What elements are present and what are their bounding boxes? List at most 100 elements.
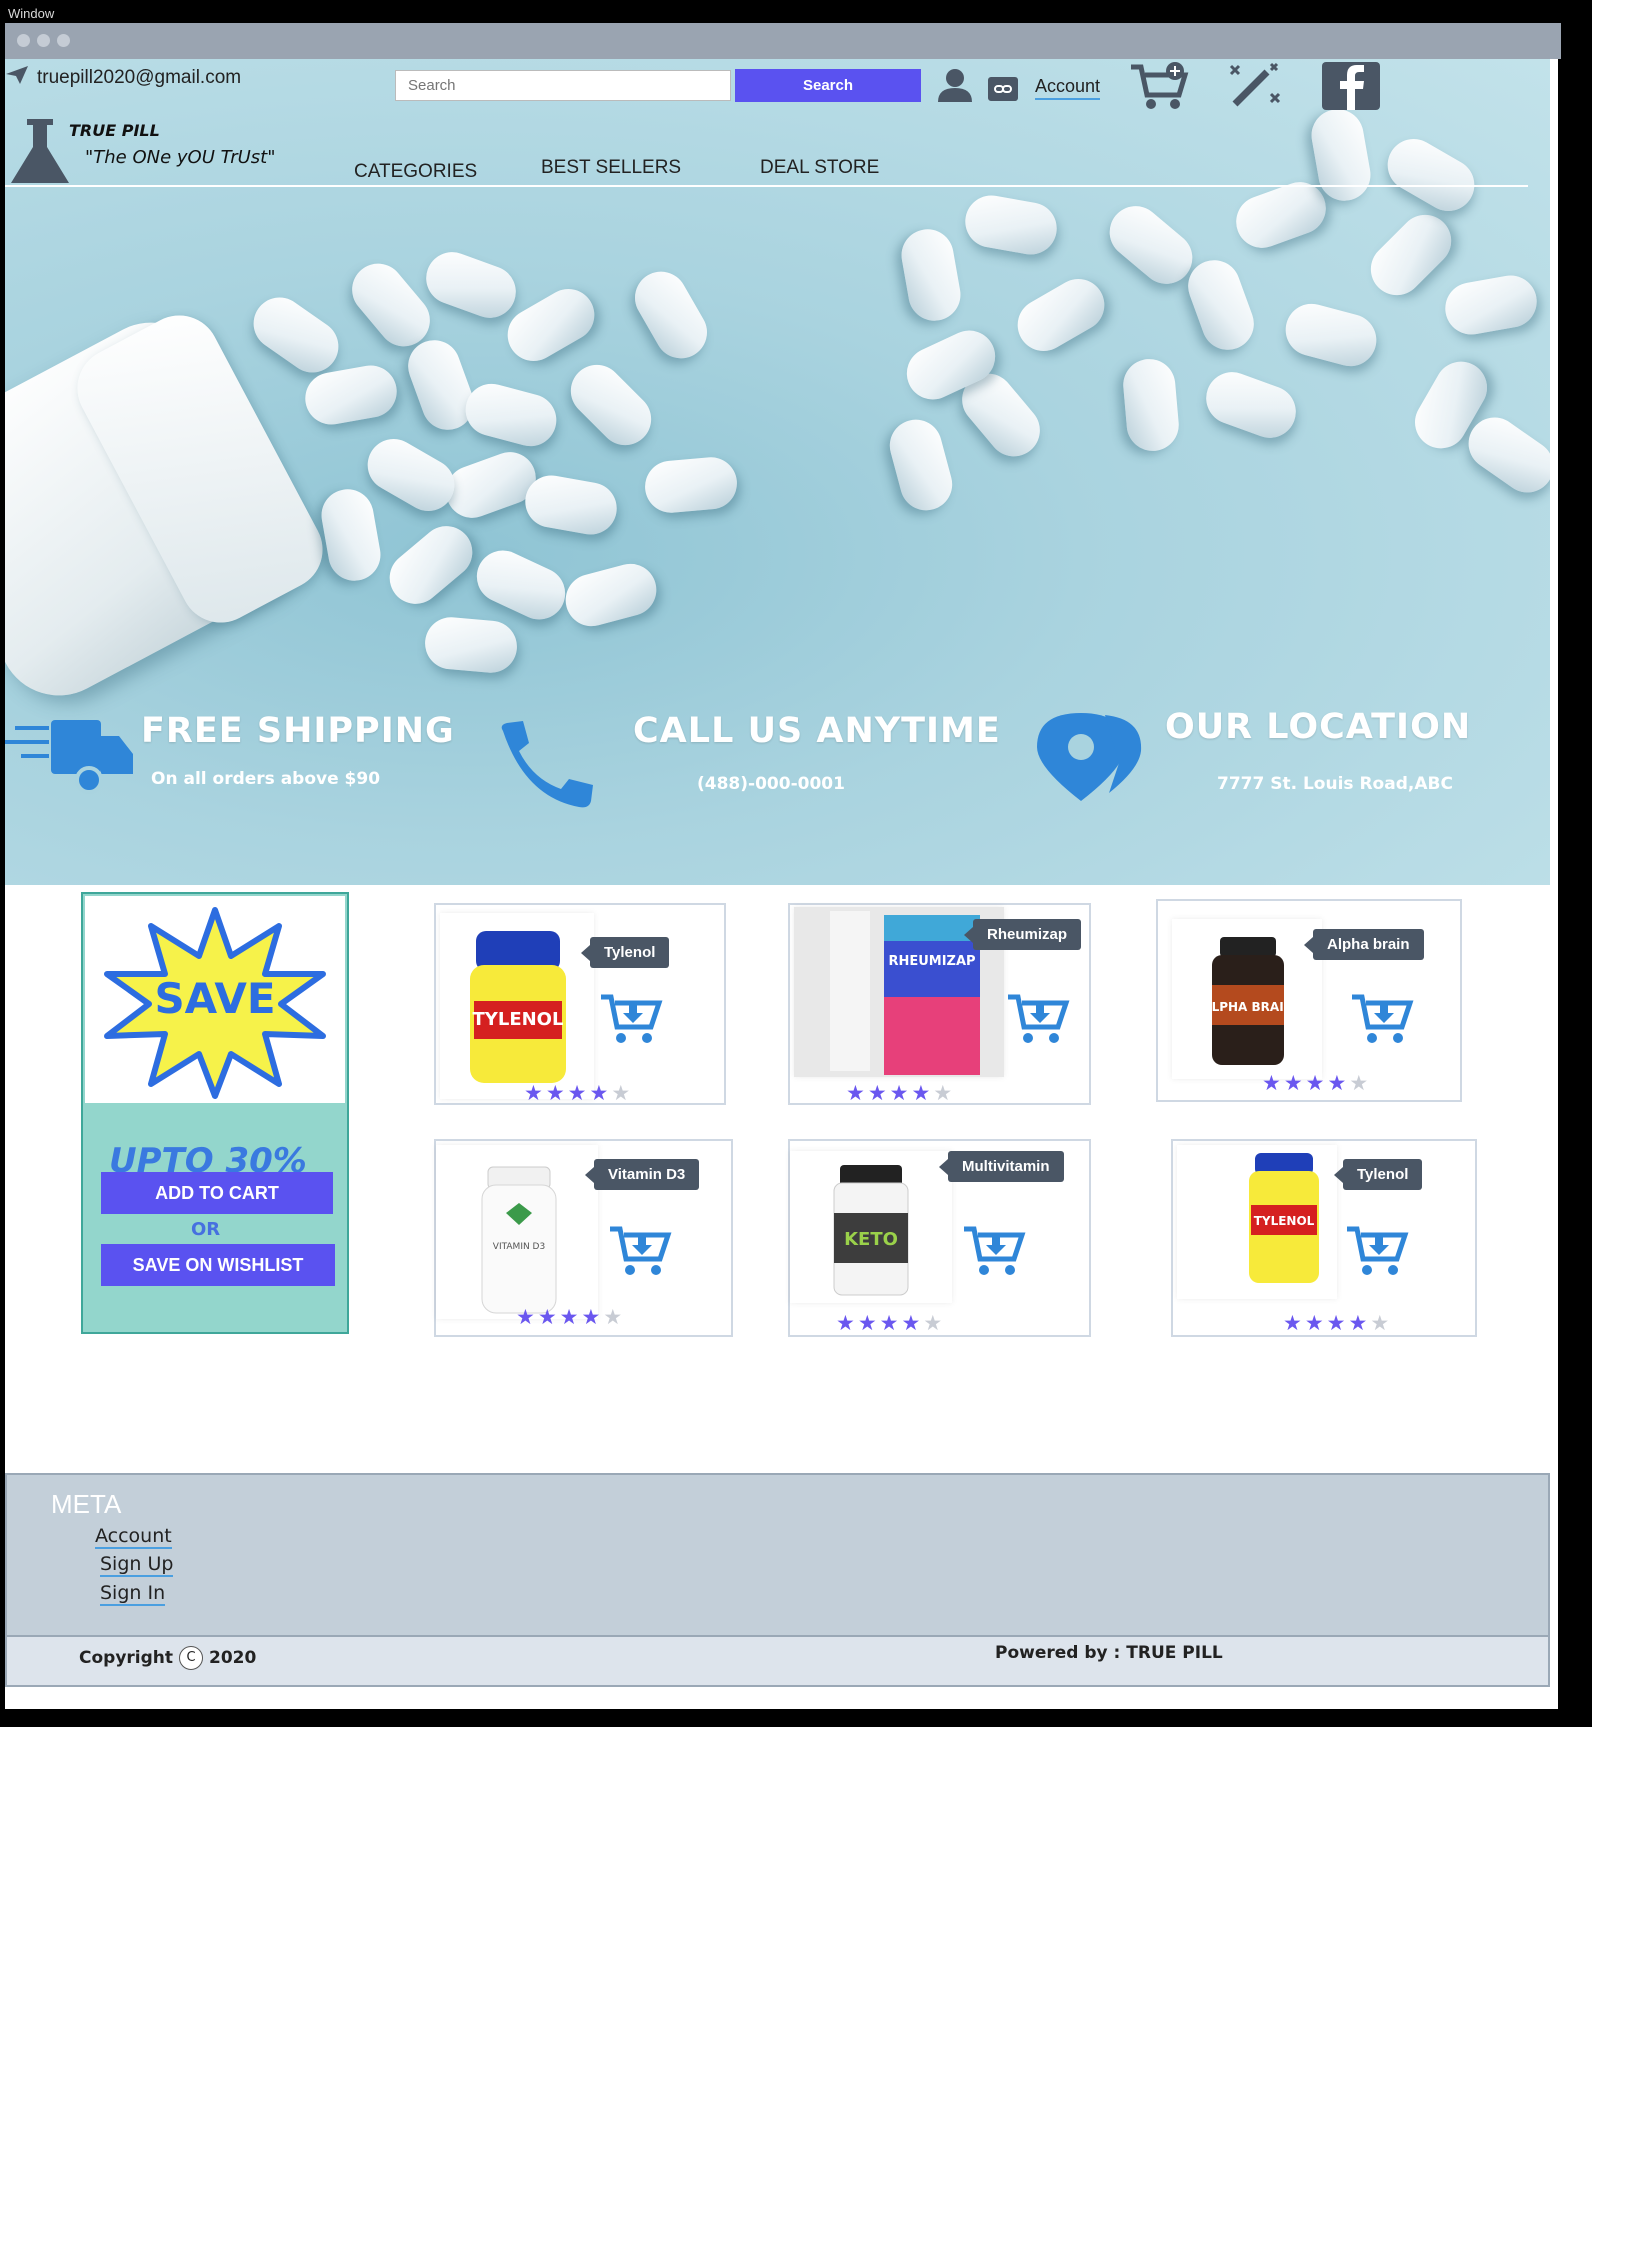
product-image: VITAMIN D3 xyxy=(436,1145,598,1319)
pill-image xyxy=(1198,364,1304,446)
copyright-label: Copyright xyxy=(79,1648,174,1668)
pill-image xyxy=(379,515,483,615)
product-card[interactable]: ALPHA BRAIN Alpha brain ★★★★★ xyxy=(1156,899,1462,1102)
product-image: KETO xyxy=(790,1151,952,1303)
powered-by-text: Powered by : TRUE PILL xyxy=(995,1643,1223,1663)
pill-image xyxy=(1279,297,1383,373)
svg-text:KETO: KETO xyxy=(844,1229,898,1250)
pill-image xyxy=(1008,269,1114,361)
pill-image xyxy=(559,557,663,633)
product-name-tag: Vitamin D3 xyxy=(584,1159,700,1190)
window-close-dot[interactable] xyxy=(17,34,30,47)
nav-categories[interactable]: CATEGORIES xyxy=(354,161,477,183)
email-contact[interactable]: truepill2020@gmail.com xyxy=(5,65,241,91)
rating-stars: ★★★★★ xyxy=(1262,1071,1372,1095)
call-us-title: CALL US ANYTIME xyxy=(633,711,1001,751)
rating-stars: ★★★★★ xyxy=(846,1081,956,1105)
save-on-wishlist-button[interactable]: SAVE ON WISHLIST xyxy=(101,1244,335,1286)
link-icon[interactable] xyxy=(987,76,1019,106)
nav-divider xyxy=(5,185,1528,187)
pill-image xyxy=(1441,271,1541,339)
product-image: ALPHA BRAIN xyxy=(1172,919,1322,1079)
nav-deal-store[interactable]: DEAL STORE xyxy=(760,157,879,179)
footer-sign-up-link[interactable]: Sign Up xyxy=(100,1553,174,1577)
product-card[interactable]: KETO Multivitamin ★★★★★ xyxy=(788,1139,1091,1337)
svg-text:ALPHA BRAIN: ALPHA BRAIN xyxy=(1202,1000,1293,1014)
brand-name: TRUE PILL xyxy=(69,121,160,140)
product-card[interactable]: TYLENOL Tylenol ★★★★★ xyxy=(1171,1139,1477,1337)
add-to-cart-icon[interactable] xyxy=(962,1223,1026,1281)
pill-image xyxy=(418,244,524,326)
cart-add-icon[interactable] xyxy=(1129,61,1191,115)
rating-stars: ★★★★★ xyxy=(1283,1311,1393,1335)
web-page: truepill2020@gmail.com TRUE PILL "The ON… xyxy=(5,59,1558,1709)
window-maximize-dot[interactable] xyxy=(57,34,70,47)
copyright-symbol: C xyxy=(179,1646,204,1670)
save-badge-text: SAVE xyxy=(154,974,276,1023)
product-image: TYLENOL xyxy=(1177,1145,1337,1299)
add-to-cart-icon[interactable] xyxy=(608,1223,672,1281)
footer-meta: META Account Sign Up Sign In xyxy=(5,1473,1550,1637)
pill-image xyxy=(243,287,349,383)
pill-image xyxy=(642,455,740,515)
search-input[interactable] xyxy=(395,70,731,101)
product-name-tag: Multivitamin xyxy=(939,1151,1064,1182)
account-link[interactable]: Account xyxy=(1035,76,1101,100)
user-icon[interactable] xyxy=(935,67,975,107)
email-text: truepill2020@gmail.com xyxy=(37,67,242,88)
title-bar xyxy=(5,23,1561,59)
address-text: 7777 St. Louis Road,ABC xyxy=(1217,774,1453,794)
copyright-bar: Copyright C 2020 Powered by : TRUE PILL xyxy=(5,1637,1550,1687)
send-icon xyxy=(5,65,29,91)
pill-image xyxy=(1180,252,1262,358)
add-to-cart-button[interactable]: ADD TO CART xyxy=(101,1172,333,1214)
pill-image xyxy=(1099,195,1203,295)
hero-banner: truepill2020@gmail.com TRUE PILL "The ON… xyxy=(5,59,1550,885)
add-to-cart-icon[interactable] xyxy=(1345,1223,1409,1281)
our-location-title: OUR LOCATION xyxy=(1165,707,1472,747)
product-name-tag: Tylenol xyxy=(1333,1159,1423,1190)
product-card[interactable]: RHEUMIZAP Rheumizap ★★★★★ xyxy=(788,903,1091,1105)
svg-text:TYLENOL: TYLENOL xyxy=(1254,1214,1315,1228)
truck-icon xyxy=(5,716,135,800)
phone-icon[interactable] xyxy=(495,721,599,813)
pill-image xyxy=(422,615,520,675)
product-card[interactable]: VITAMIN D3 Vitamin D3 ★★★★★ xyxy=(434,1139,733,1337)
pill-image xyxy=(625,262,717,368)
pill-image xyxy=(521,471,621,539)
add-to-cart-icon[interactable] xyxy=(1350,991,1414,1049)
rating-stars: ★★★★★ xyxy=(516,1305,626,1329)
svg-text:TYLENOL: TYLENOL xyxy=(473,1009,564,1030)
pill-image xyxy=(897,225,965,325)
pill-image xyxy=(560,354,662,456)
magic-wand-icon[interactable] xyxy=(1227,62,1283,112)
pill-image xyxy=(1378,129,1484,221)
pill-image xyxy=(961,191,1061,259)
flask-logo-icon xyxy=(9,117,73,191)
add-to-cart-icon[interactable] xyxy=(599,991,663,1049)
location-pin-icon xyxy=(1027,707,1147,807)
nav-best-sellers[interactable]: BEST SELLERS xyxy=(541,157,681,179)
brand-tagline: "The ONe yOU TrUst" xyxy=(85,147,276,168)
promo-panel: SAVE UPTO 30% ADD TO CART OR SAVE ON WIS… xyxy=(81,892,349,1334)
pill-image xyxy=(358,429,464,521)
product-name-tag: Alpha brain xyxy=(1304,929,1424,960)
free-shipping-subtitle: On all orders above $90 xyxy=(151,769,381,789)
product-name-tag: Rheumizap xyxy=(963,919,1082,950)
svg-text:RHEUMIZAP: RHEUMIZAP xyxy=(888,954,975,969)
facebook-icon[interactable] xyxy=(1321,61,1381,115)
app-window: Window truepill2020@gmail.com TRUE PILL … xyxy=(0,0,1592,1727)
copyright-text: Copyright C 2020 xyxy=(79,1646,256,1670)
add-to-cart-icon[interactable] xyxy=(1006,991,1070,1049)
phone-number[interactable]: (488)-000-0001 xyxy=(697,774,845,794)
footer-account-link[interactable]: Account xyxy=(95,1525,172,1549)
or-separator: OR xyxy=(191,1219,221,1240)
search-button[interactable]: Search xyxy=(735,69,921,102)
footer-sign-in-link[interactable]: Sign In xyxy=(100,1582,166,1606)
window-title: Window xyxy=(8,6,55,21)
product-image: TYLENOL xyxy=(440,913,594,1099)
pill-image xyxy=(317,485,385,585)
product-card[interactable]: TYLENOL Tylenol ★★★★★ xyxy=(434,903,726,1105)
window-minimize-dot[interactable] xyxy=(37,34,50,47)
rating-stars: ★★★★★ xyxy=(524,1081,634,1105)
